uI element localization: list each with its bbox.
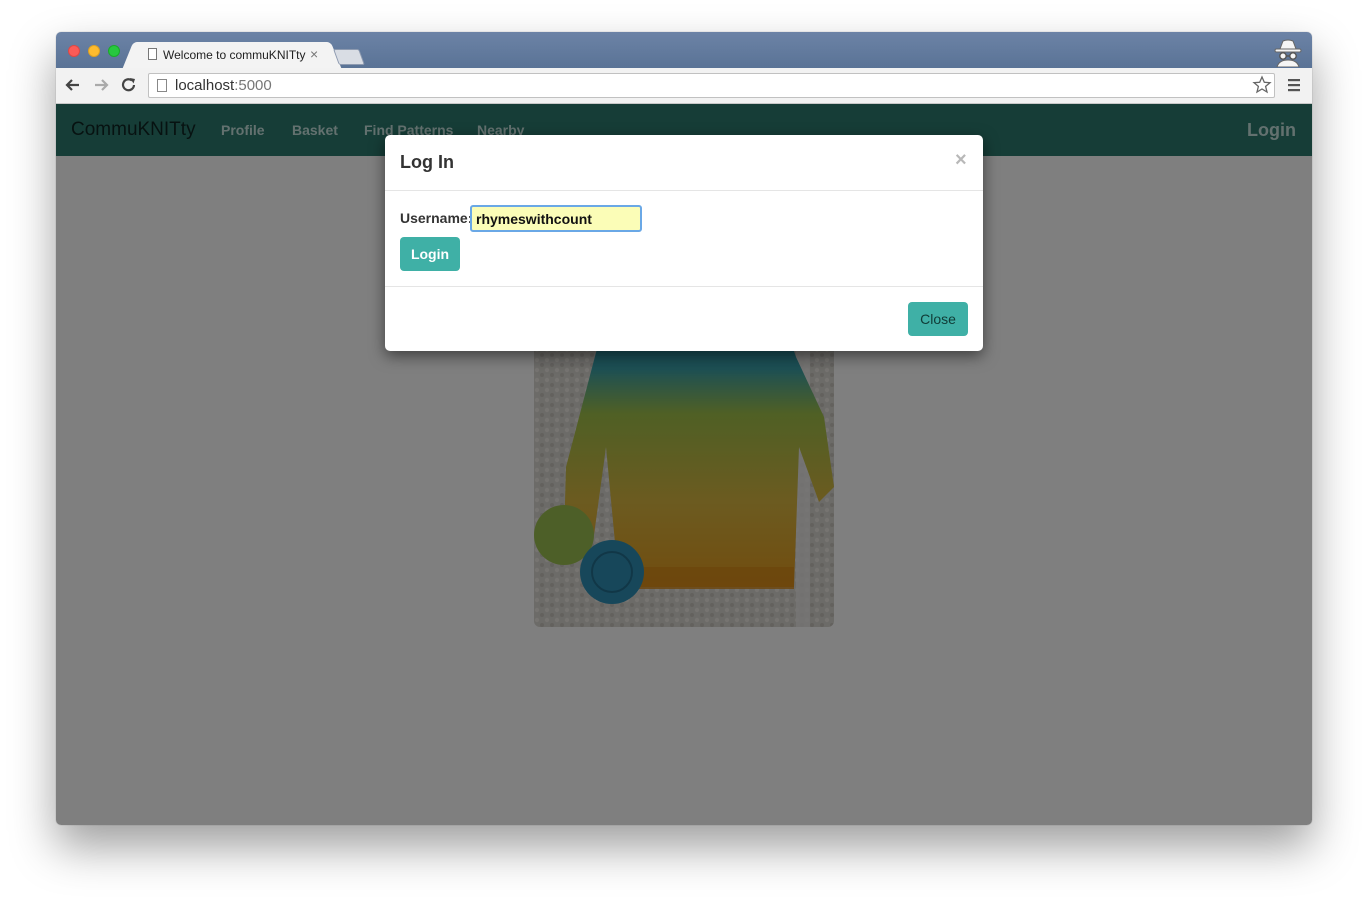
- tab-close-icon[interactable]: ×: [310, 46, 318, 62]
- modal-title: Log In: [400, 152, 454, 172]
- page-icon: [148, 48, 157, 60]
- maximize-window-button[interactable]: [108, 45, 120, 57]
- login-modal: Log In × Username: Login Close: [385, 135, 983, 351]
- bookmark-star-icon[interactable]: [1252, 75, 1272, 95]
- page-content: CommuKNITty Profile Basket Find Patterns…: [56, 104, 1312, 825]
- username-label: Username:: [400, 210, 473, 226]
- tab-strip: Welcome to commuKNITty ×: [56, 32, 1312, 68]
- username-input[interactable]: [470, 205, 642, 232]
- modal-body: Username: Login: [385, 191, 983, 287]
- close-window-button[interactable]: [68, 45, 80, 57]
- minimize-window-button[interactable]: [88, 45, 100, 57]
- close-button[interactable]: Close: [908, 302, 968, 336]
- browser-toolbar: localhost:5000: [56, 68, 1312, 104]
- login-button[interactable]: Login: [400, 237, 460, 271]
- address-bar[interactable]: localhost:5000: [148, 73, 1275, 98]
- browser-tab[interactable]: Welcome to commuKNITty ×: [134, 42, 330, 68]
- incognito-icon: [1274, 39, 1302, 67]
- new-tab-button[interactable]: [333, 49, 365, 65]
- back-arrow-icon[interactable]: [64, 76, 82, 94]
- hamburger-menu-icon[interactable]: [1287, 78, 1301, 92]
- modal-header: Log In ×: [385, 135, 983, 191]
- close-icon[interactable]: ×: [955, 149, 967, 172]
- tab-title: Welcome to commuKNITty: [163, 48, 306, 62]
- page-icon: [157, 79, 167, 92]
- browser-window: Welcome to commuKNITty × localhost:5000: [56, 32, 1312, 825]
- url-text: localhost:5000: [175, 77, 272, 94]
- forward-arrow-icon[interactable]: [92, 76, 110, 94]
- reload-icon[interactable]: [120, 76, 138, 94]
